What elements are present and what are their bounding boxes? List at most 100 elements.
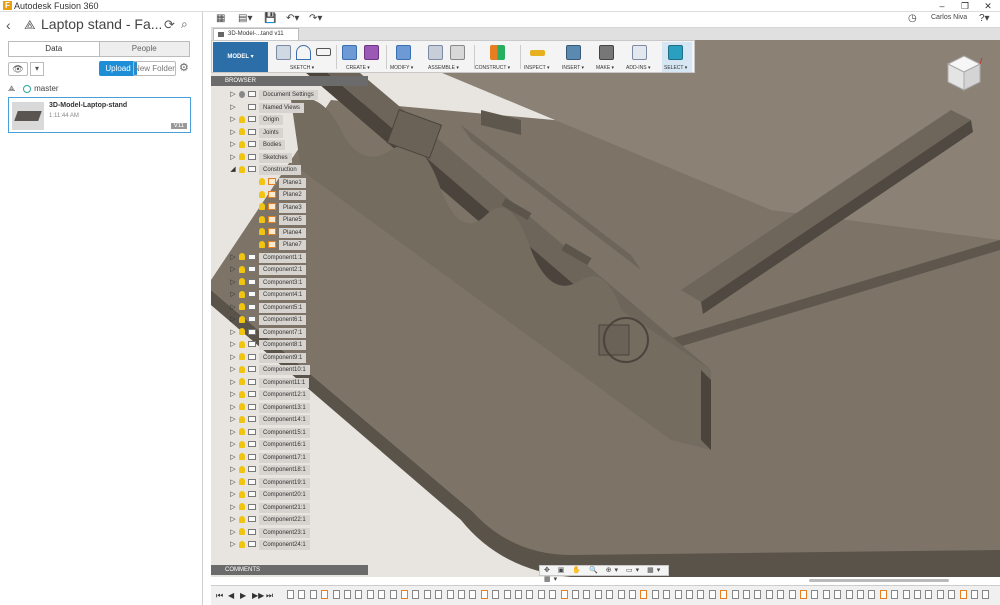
timeline-feature-icon[interactable] — [526, 590, 534, 599]
timeline-feature-icon[interactable] — [697, 590, 705, 599]
browser-node[interactable]: Plane7 — [249, 240, 306, 250]
expand-toggle-icon[interactable]: ▷ — [229, 103, 237, 113]
visibility-bulb-icon[interactable] — [239, 265, 245, 273]
timeline-feature-icon[interactable] — [708, 590, 716, 599]
timeline-feature-icon[interactable] — [754, 590, 762, 599]
timeline-prev-icon[interactable]: ◀ — [228, 591, 234, 600]
browser-node[interactable]: ▷ Sketches — [229, 152, 292, 163]
browser-node[interactable]: ▷ Component1:1 — [229, 252, 307, 263]
browser-node[interactable]: ▷ Component2:1 — [229, 265, 307, 275]
visibility-bulb-icon[interactable] — [239, 440, 245, 448]
timeline-feature-icon[interactable] — [982, 590, 990, 599]
browser-node[interactable]: ▷ Component4:1 — [229, 290, 307, 300]
browser-node[interactable]: ▷ Component9:1 — [229, 352, 307, 363]
browser-node[interactable]: ▷ Component11:1 — [229, 377, 310, 388]
visibility-bulb-icon[interactable] — [259, 178, 265, 186]
browser-node[interactable]: ▷ Component7:1 — [229, 327, 307, 338]
visibility-bulb-icon[interactable] — [239, 540, 245, 548]
browser-node[interactable]: ▷ Component19:1 — [229, 477, 310, 488]
timeline-feature-icon[interactable] — [503, 590, 511, 599]
timeline-feature-icon[interactable] — [651, 590, 659, 599]
expand-toggle-icon[interactable]: ▷ — [229, 478, 237, 488]
timeline-feature-icon[interactable] — [606, 590, 614, 599]
hub-icon[interactable]: ⟁ — [24, 17, 36, 33]
visibility-bulb-icon[interactable] — [239, 165, 245, 173]
settings-gear-icon[interactable] — [239, 90, 245, 98]
browser-node[interactable]: ▷ Component10:1 — [229, 365, 310, 375]
timeline-feature-icon[interactable] — [640, 590, 648, 599]
measure-icon[interactable] — [530, 50, 545, 56]
timeline-feature-icon[interactable] — [492, 590, 500, 599]
refresh-icon[interactable]: ⟳ — [164, 17, 175, 33]
expand-toggle-icon[interactable]: ▷ — [229, 128, 237, 138]
document-tab[interactable]: 3D-Model-...tand v11 — [213, 28, 299, 40]
timeline-feature-icon[interactable] — [834, 590, 842, 599]
visibility-bulb-icon[interactable] — [239, 403, 245, 411]
visibility-bulb-icon[interactable] — [239, 390, 245, 398]
line-icon[interactable] — [296, 45, 311, 60]
file-card[interactable]: 3D-Model-Laptop-stand 1:11:44 AM V11 — [8, 97, 191, 133]
timeline-feature-icon[interactable] — [777, 590, 785, 599]
expand-toggle-icon[interactable]: ▷ — [229, 390, 237, 400]
timeline-next-icon[interactable]: ▶▶ — [252, 591, 264, 600]
user-name[interactable]: Carlos Niva — [931, 14, 967, 21]
navigation-bar[interactable]: ✥ ▣ ✋ 🔍 ⊕▾ ▭▾ ▦▾ ▦▾ — [539, 565, 669, 583]
joint-icon[interactable] — [450, 45, 465, 60]
browser-node[interactable]: Plane4 — [249, 227, 306, 238]
timeline-feature-icon[interactable] — [925, 590, 933, 599]
chevron-down-icon[interactable]: ▾ — [30, 62, 44, 76]
expand-toggle-icon[interactable]: ▷ — [229, 278, 237, 288]
visibility-bulb-icon[interactable] — [239, 490, 245, 498]
browser-node[interactable]: Plane1 — [249, 177, 306, 188]
timeline-feature-icon[interactable] — [309, 590, 317, 599]
gear-icon[interactable]: ⚙ — [179, 61, 189, 74]
browser-node[interactable]: ▷ Document Settings — [229, 90, 318, 100]
extrude-icon[interactable] — [342, 45, 357, 60]
timeline-feature-icon[interactable] — [822, 590, 830, 599]
expand-toggle-icon[interactable]: ▷ — [229, 315, 237, 325]
form-icon[interactable] — [364, 45, 379, 60]
visibility-bulb-icon[interactable] — [259, 190, 265, 198]
visibility-bulb-icon[interactable] — [239, 278, 245, 286]
3d-viewport[interactable] — [211, 40, 1000, 577]
timeline-feature-icon[interactable] — [720, 590, 728, 599]
timeline-feature-icon[interactable] — [914, 590, 921, 599]
browser-node[interactable]: ▷ Named Views — [229, 102, 304, 113]
browser-node[interactable]: ▷ Origin — [229, 115, 284, 125]
browser-node[interactable]: ▷ Component13:1 — [229, 402, 310, 413]
timeline-feature-icon[interactable] — [743, 590, 750, 599]
visibility-bulb-icon[interactable] — [239, 378, 245, 386]
close-button[interactable]: ✕ — [978, 0, 998, 12]
timeline-feature-icon[interactable] — [423, 590, 431, 599]
expand-toggle-icon[interactable]: ▷ — [229, 440, 237, 450]
timeline-feature-icon[interactable] — [355, 590, 363, 599]
timeline-feature-icon[interactable] — [971, 590, 978, 599]
browser-node[interactable]: ▷ Component24:1 — [229, 540, 310, 550]
timeline-feature-icon[interactable] — [560, 590, 568, 599]
back-icon[interactable]: ‹ — [6, 17, 11, 33]
visibility-bulb-icon[interactable] — [239, 515, 245, 523]
undo-icon[interactable]: ↶▾ — [286, 13, 299, 24]
expand-toggle-icon[interactable]: ▷ — [229, 328, 237, 338]
branch-row[interactable]: ⟁ master — [8, 83, 59, 95]
visibility-bulb-icon[interactable] — [239, 115, 245, 123]
timeline-feature-icon[interactable] — [868, 590, 876, 599]
timeline-feature-icon[interactable] — [936, 590, 944, 599]
browser-node[interactable]: Plane3 — [249, 202, 306, 213]
timeline-feature-icon[interactable] — [298, 590, 306, 599]
create-group[interactable]: CREATE ▾ — [340, 42, 384, 72]
horizontal-scrollbar[interactable] — [809, 579, 949, 582]
timeline-feature-icon[interactable] — [287, 590, 294, 599]
insert-group[interactable]: INSERT ▾ — [560, 42, 588, 72]
file-menu-icon[interactable]: ▤▾ — [238, 13, 252, 24]
expand-toggle-icon[interactable]: ▷ — [229, 340, 237, 350]
modify-group[interactable]: MODIFY ▾ — [390, 42, 420, 72]
timeline-feature-icon[interactable] — [674, 590, 682, 599]
timeline-feature-icon[interactable] — [378, 590, 386, 599]
timeline-feature-icon[interactable] — [594, 590, 602, 599]
visibility-bulb-icon[interactable] — [239, 140, 245, 148]
view-cube[interactable] — [944, 52, 984, 92]
timeline-feature-icon[interactable] — [800, 590, 807, 599]
expand-toggle-icon[interactable]: ▷ — [229, 353, 237, 363]
browser-header[interactable]: BROWSER — [211, 76, 368, 86]
